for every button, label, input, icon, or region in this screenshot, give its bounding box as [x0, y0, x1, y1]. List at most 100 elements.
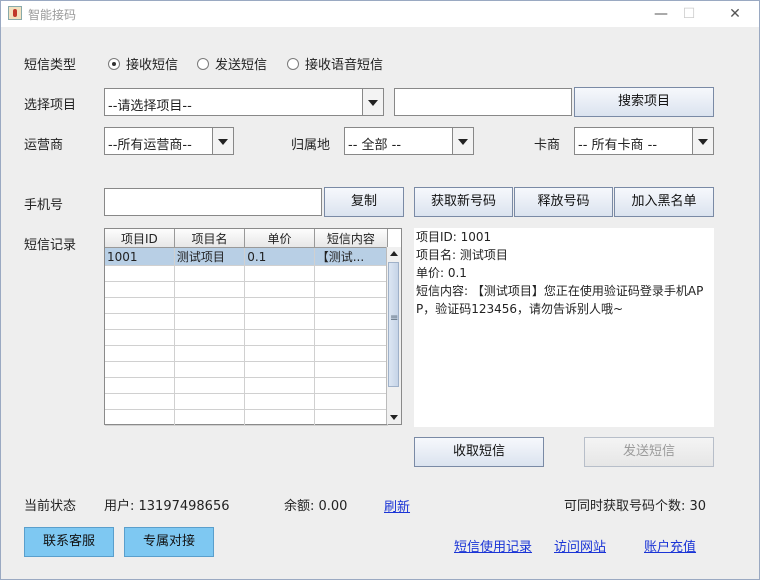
table-cell	[244, 281, 315, 298]
table-cell: 【测试...	[314, 247, 389, 266]
card-label: 卡商	[534, 138, 561, 153]
chevron-down-icon[interactable]	[692, 128, 713, 154]
detail-line: 短信内容: 【测试项目】您正在使用验证码登录手机APP，验证码123456，请勿…	[416, 284, 704, 316]
column-header[interactable]: 单价	[244, 229, 315, 248]
table-cell	[244, 361, 315, 378]
table-row[interactable]	[105, 377, 389, 394]
table-cell	[174, 297, 246, 314]
table-row[interactable]	[105, 281, 389, 298]
project-select-value: --请选择项目--	[108, 99, 192, 114]
table-cell	[174, 265, 246, 282]
table-cell	[314, 393, 389, 410]
table-row[interactable]	[105, 297, 389, 314]
card-select[interactable]: -- 所有卡商 --	[574, 127, 714, 155]
table-scrollbar[interactable]	[386, 247, 401, 424]
table-cell	[174, 409, 246, 426]
contact-support-button[interactable]: 联系客服	[24, 527, 114, 557]
radio-unselected-icon	[287, 57, 299, 70]
search-project-button[interactable]: 搜索项目	[574, 87, 714, 117]
table-cell	[174, 329, 246, 346]
dedicated-contact-button[interactable]: 专属对接	[124, 527, 214, 557]
region-select[interactable]: -- 全部 --	[344, 127, 474, 155]
detail-line: 项目名: 测试项目	[416, 248, 508, 262]
radio-label: 接收语音短信	[305, 58, 384, 73]
window-title: 智能接码	[28, 8, 77, 22]
column-header[interactable]: 短信内容	[314, 229, 389, 248]
region-select-value: -- 全部 --	[348, 138, 402, 153]
table-cell	[105, 345, 175, 362]
visit-website-link[interactable]: 访问网站	[554, 536, 606, 555]
radio-receive-sms[interactable]: 接收短信	[108, 54, 178, 73]
user-info: 用户: 13197498656	[104, 499, 230, 514]
detail-line: 单价: 0.1	[416, 266, 467, 280]
table-cell	[105, 297, 175, 314]
sms-records-label: 短信记录	[24, 238, 77, 253]
table-cell	[244, 345, 315, 362]
table-row[interactable]	[105, 361, 389, 378]
table-cell	[314, 361, 389, 378]
table-row[interactable]	[105, 345, 389, 362]
minimize-button[interactable]: —	[647, 4, 675, 24]
table-cell	[105, 281, 175, 298]
table-cell	[174, 393, 246, 410]
sms-type-label: 短信类型	[24, 58, 77, 73]
table-row[interactable]	[105, 329, 389, 346]
table-cell: 1001	[105, 247, 175, 266]
chevron-down-icon[interactable]	[212, 128, 233, 154]
get-new-number-button[interactable]: 获取新号码	[414, 187, 513, 217]
column-header[interactable]: 项目ID	[105, 229, 175, 248]
radio-label: 发送短信	[215, 58, 268, 73]
table-cell	[314, 313, 389, 330]
table-cell	[105, 329, 175, 346]
carrier-label: 运营商	[24, 138, 64, 153]
table-cell	[105, 393, 175, 410]
table-cell: 0.1	[244, 247, 315, 266]
radio-receive-voice-sms[interactable]: 接收语音短信	[287, 54, 383, 73]
table-cell	[244, 313, 315, 330]
table-cell	[244, 393, 315, 410]
table-cell	[314, 345, 389, 362]
table-cell	[314, 377, 389, 394]
maximize-button[interactable]: ☐	[675, 4, 703, 24]
receive-sms-button[interactable]: 收取短信	[414, 437, 544, 467]
chevron-down-icon[interactable]	[362, 89, 383, 115]
copy-button[interactable]: 复制	[324, 187, 404, 217]
column-header[interactable]: 项目名	[174, 229, 246, 248]
scroll-thumb[interactable]	[388, 262, 399, 387]
refresh-link[interactable]: 刷新	[384, 496, 410, 515]
table-row[interactable]	[105, 313, 389, 330]
send-sms-button[interactable]: 发送短信	[584, 437, 714, 467]
close-button[interactable]: ✕	[721, 4, 749, 24]
chevron-down-icon[interactable]	[452, 128, 473, 154]
carrier-select[interactable]: --所有运营商--	[104, 127, 234, 155]
region-label: 归属地	[291, 138, 331, 153]
sms-detail-text[interactable]: 项目ID: 1001 项目名: 测试项目 单价: 0.1 短信内容: 【测试项目…	[414, 228, 714, 427]
radio-send-sms[interactable]: 发送短信	[197, 54, 267, 73]
table-row[interactable]	[105, 265, 389, 282]
scroll-down-arrow-icon[interactable]	[387, 410, 401, 424]
release-number-button[interactable]: 释放号码	[514, 187, 613, 217]
add-blacklist-button[interactable]: 加入黑名单	[614, 187, 714, 217]
phone-number-field[interactable]	[104, 188, 322, 216]
radio-unselected-icon	[197, 57, 209, 70]
project-select[interactable]: --请选择项目--	[104, 88, 384, 116]
table-cell	[244, 409, 315, 426]
balance-info: 余额: 0.00	[284, 499, 348, 514]
recharge-link[interactable]: 账户充值	[644, 536, 696, 555]
table-cell	[244, 329, 315, 346]
table-row[interactable]	[105, 393, 389, 410]
radio-selected-icon	[108, 57, 120, 70]
table-row[interactable]: 1001 测试项目 0.1 【测试...	[105, 247, 389, 266]
table-header-row: 项目ID 项目名 单价 短信内容	[105, 229, 389, 248]
concurrent-count: 可同时获取号码个数: 30	[564, 499, 707, 514]
sms-history-link[interactable]: 短信使用记录	[454, 536, 532, 555]
table-cell	[314, 281, 389, 298]
table-cell: 测试项目	[174, 247, 246, 266]
table-cell	[174, 281, 246, 298]
table-row[interactable]	[105, 409, 389, 426]
sms-records-table[interactable]: 项目ID 项目名 单价 短信内容 1001 测试项目 0.1 【测试...	[104, 228, 402, 426]
table-cell	[105, 265, 175, 282]
project-search-input[interactable]	[394, 88, 572, 116]
scroll-up-arrow-icon[interactable]	[387, 247, 401, 261]
table-cell	[174, 313, 246, 330]
